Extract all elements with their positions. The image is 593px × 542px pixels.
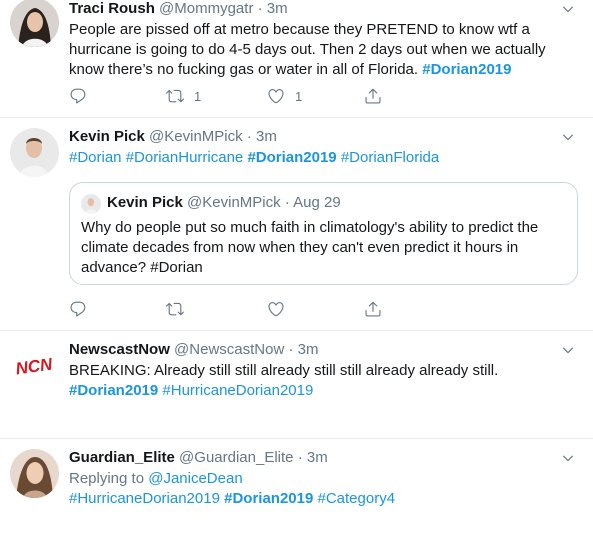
chevron-down-icon[interactable] <box>561 343 575 357</box>
retweet-icon <box>166 300 184 318</box>
reply-icon <box>69 87 87 105</box>
handle[interactable]: @Guardian_Elite <box>179 449 293 466</box>
handle[interactable]: @KevinMPick <box>149 128 243 145</box>
tweet-text: #Dorian #DorianHurricane #Dorian2019 #Do… <box>69 148 583 168</box>
action-bar: 1 1 <box>69 86 469 106</box>
tweet-text: #HurricaneDorian2019 #Dorian2019 #Catego… <box>69 489 583 509</box>
retweet-icon <box>166 87 184 105</box>
separator: · <box>288 341 294 358</box>
reply-context: Replying to @JaniceDean <box>69 469 583 489</box>
retweet-count: 1 <box>194 88 202 104</box>
tweet-text-body: BREAKING: Already still still already st… <box>69 362 499 379</box>
like-button[interactable]: 1 <box>267 86 302 106</box>
tweet-text: People are pissed off at metro because t… <box>69 20 583 80</box>
hashtag[interactable]: #Dorian2019 <box>422 61 511 78</box>
tweet-header: Guardian_Elite @Guardian_Elite · 3m <box>69 449 583 467</box>
avatar <box>81 194 101 214</box>
replying-to-label: Replying to <box>69 470 145 487</box>
tweet-header: NewscastNow @NewscastNow · 3m <box>69 341 583 359</box>
separator: · <box>284 194 290 211</box>
separator: · <box>246 128 252 145</box>
like-button[interactable] <box>267 299 285 319</box>
tweet-text: BREAKING: Already still still already st… <box>69 361 583 401</box>
timestamp: Aug 29 <box>293 194 341 211</box>
separator: · <box>297 449 303 466</box>
quote-text: Why do people put so much faith in clima… <box>81 219 539 276</box>
avatar[interactable] <box>10 0 59 47</box>
share-button[interactable] <box>364 86 382 106</box>
chevron-down-icon[interactable] <box>561 451 575 465</box>
avatar[interactable]: NCN <box>10 341 59 390</box>
display-name[interactable]: Guardian_Elite <box>69 449 175 466</box>
reply-button[interactable] <box>69 299 87 319</box>
chevron-down-icon[interactable] <box>561 2 575 16</box>
like-count: 1 <box>295 88 303 104</box>
chevron-down-icon[interactable] <box>561 130 575 144</box>
like-icon <box>267 87 285 105</box>
timestamp[interactable]: 3m <box>267 0 288 17</box>
display-name[interactable]: Kevin Pick <box>69 128 145 145</box>
timestamp[interactable]: 3m <box>256 128 277 145</box>
tweet[interactable]: NCN NewscastNow @NewscastNow · 3m BREAKI… <box>0 331 593 439</box>
quote-header: Kevin Pick @KevinMPick · Aug 29 <box>107 194 341 212</box>
tweet-header: Kevin Pick @KevinMPick · 3m <box>69 128 583 146</box>
tweet[interactable]: Kevin Pick @KevinMPick · 3m #Dorian #Dor… <box>0 118 593 331</box>
hashtag[interactable]: #Dorian2019 <box>224 490 313 507</box>
display-name[interactable]: Traci Roush <box>69 0 155 17</box>
avatar[interactable] <box>10 128 59 177</box>
action-bar <box>69 299 469 319</box>
display-name[interactable]: NewscastNow <box>69 341 170 358</box>
quoted-tweet[interactable]: Kevin Pick @KevinMPick · Aug 29 Why do p… <box>69 182 578 285</box>
timestamp[interactable]: 3m <box>307 449 328 466</box>
hashtag[interactable]: #Dorian2019 <box>69 382 158 399</box>
tweet-header: Traci Roush @Mommygatr · 3m <box>69 0 583 18</box>
hashtag[interactable]: #DorianHurricane <box>126 149 244 166</box>
share-icon <box>364 87 382 105</box>
share-button[interactable] <box>364 299 382 319</box>
hashtag[interactable]: #Dorian2019 <box>247 149 336 166</box>
display-name: Kevin Pick <box>107 194 183 211</box>
avatar[interactable] <box>10 449 59 498</box>
reply-button[interactable] <box>69 86 87 106</box>
handle: @KevinMPick <box>187 194 281 211</box>
retweet-button[interactable] <box>166 299 184 319</box>
handle[interactable]: @NewscastNow <box>174 341 284 358</box>
hashtag[interactable]: #DorianFlorida <box>341 149 439 166</box>
tweet[interactable]: Guardian_Elite @Guardian_Elite · 3m Repl… <box>0 439 593 542</box>
separator: · <box>257 0 263 17</box>
tweet[interactable]: Traci Roush @Mommygatr · 3m People are p… <box>0 0 593 118</box>
like-icon <box>267 300 285 318</box>
retweet-button[interactable]: 1 <box>166 86 201 106</box>
hashtag[interactable]: #Category4 <box>318 490 396 507</box>
hashtag[interactable]: #HurricaneDorian2019 <box>69 490 220 507</box>
hashtag[interactable]: #Dorian <box>69 149 122 166</box>
reply-mention[interactable]: @JaniceDean <box>148 470 242 487</box>
reply-icon <box>69 300 87 318</box>
handle[interactable]: @Mommygatr <box>159 0 253 17</box>
share-icon <box>364 300 382 318</box>
hashtag[interactable]: #HurricaneDorian2019 <box>162 382 313 399</box>
timestamp[interactable]: 3m <box>298 341 319 358</box>
